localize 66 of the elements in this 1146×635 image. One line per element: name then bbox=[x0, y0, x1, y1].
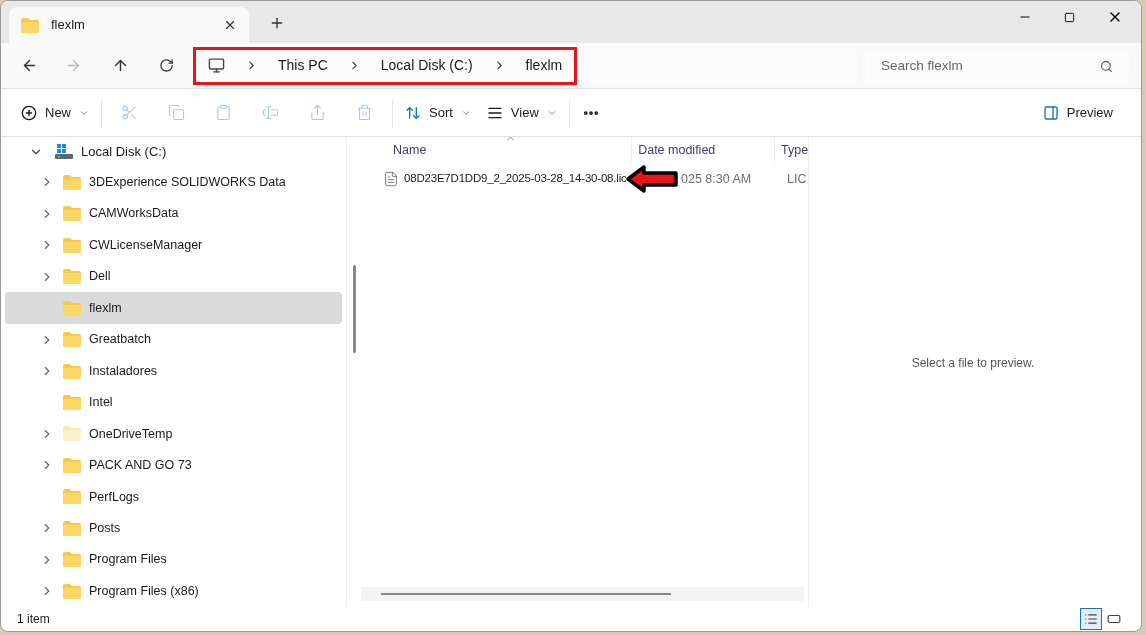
tree-item[interactable]: PACK AND GO 73 bbox=[5, 449, 342, 482]
breadcrumb[interactable]: Local Disk (C:) bbox=[380, 55, 473, 76]
view-button[interactable]: View bbox=[478, 96, 565, 129]
tree-label: CAMWorksData bbox=[89, 205, 179, 223]
new-button[interactable]: New bbox=[13, 96, 97, 129]
tree-item[interactable]: Dell bbox=[5, 260, 342, 293]
column-header[interactable]: Type bbox=[775, 137, 808, 163]
tree-label: Posts bbox=[89, 520, 121, 537]
plus-circle-icon bbox=[21, 104, 37, 121]
file-name[interactable]: 08D23E7D1DD9_2_2025-03-28_14-30-08.lic bbox=[404, 170, 627, 188]
tree-label: Dell bbox=[89, 268, 111, 286]
tree-item[interactable]: Greatbatch bbox=[5, 323, 342, 356]
tab-title: flexlm bbox=[51, 16, 86, 35]
tree-item[interactable]: 3DExperience SOLIDWORKS Data bbox=[5, 166, 342, 198]
tree-label: Intel bbox=[89, 394, 113, 412]
folder-icon bbox=[21, 17, 39, 33]
horizontal-scrollbar[interactable] bbox=[381, 593, 671, 595]
sort-icon bbox=[405, 104, 421, 121]
drive-icon bbox=[55, 144, 73, 160]
tree-label: PACK AND GO 73 bbox=[89, 457, 192, 475]
tree-item[interactable]: Intel bbox=[5, 386, 342, 419]
breadcrumb[interactable]: flexlm bbox=[525, 55, 563, 76]
tree-label: Program Files bbox=[89, 551, 167, 569]
column-header[interactable]: Name bbox=[361, 137, 633, 163]
tree-item[interactable]: OneDriveTemp bbox=[5, 418, 342, 450]
back-arrow-icon[interactable] bbox=[21, 57, 38, 74]
document-icon bbox=[383, 171, 399, 187]
tree-item[interactable]: Local Disk (C:) bbox=[5, 137, 346, 167]
tree-item[interactable]: Posts bbox=[5, 512, 342, 545]
item-count: 1 item bbox=[17, 611, 50, 628]
close-tab-icon[interactable] bbox=[223, 18, 237, 32]
sort-button[interactable]: Sort bbox=[397, 96, 479, 129]
date-cell-text: 025 8:30 AM bbox=[681, 170, 753, 188]
tree-item[interactable]: CAMWorksData bbox=[5, 197, 342, 230]
tree-item[interactable]: Instaladores bbox=[5, 355, 342, 387]
tree-label: CWLicenseManager bbox=[89, 236, 203, 254]
tree-label: Instaladores bbox=[89, 362, 158, 380]
tree-label: 3DExperience SOLIDWORKS Data bbox=[89, 173, 286, 191]
maximize-icon[interactable] bbox=[1064, 11, 1075, 23]
panel-icon bbox=[1042, 104, 1059, 121]
tree-label: PerfLogs bbox=[89, 488, 140, 506]
preview-button[interactable]: Preview bbox=[1034, 96, 1121, 129]
tree-item[interactable]: flexlm bbox=[5, 292, 342, 324]
tree-item[interactable]: Program Files bbox=[5, 544, 342, 576]
new-tab-icon[interactable] bbox=[269, 15, 285, 31]
tree-label: flexlm bbox=[89, 299, 122, 317]
tree-label: Greatbatch bbox=[89, 331, 151, 349]
preview-message: Select a file to preview. bbox=[911, 355, 1035, 372]
details-view-button[interactable] bbox=[1080, 608, 1102, 630]
tree-label: Local Disk (C:) bbox=[81, 143, 167, 161]
column-header[interactable]: Date modified bbox=[632, 137, 776, 163]
search-icon[interactable] bbox=[1100, 59, 1113, 73]
scrollbar-thumb[interactable] bbox=[352, 265, 356, 353]
breadcrumb[interactable]: This PC bbox=[278, 55, 328, 76]
tree-item[interactable]: PerfLogs bbox=[5, 481, 342, 513]
list-icon bbox=[1084, 612, 1098, 626]
folder-tab[interactable]: flexlm bbox=[9, 7, 249, 43]
tree-item[interactable]: Program Files (x86) bbox=[5, 575, 342, 608]
tree-label: Program Files (x86) bbox=[89, 582, 199, 600]
up-arrow-icon[interactable] bbox=[112, 57, 129, 74]
tree-label: OneDriveTemp bbox=[89, 425, 173, 443]
refresh-icon[interactable] bbox=[159, 58, 174, 73]
monitor-icon[interactable] bbox=[208, 57, 225, 74]
rectangle-icon bbox=[1107, 612, 1121, 626]
tree-item[interactable]: CWLicenseManager bbox=[5, 229, 342, 261]
type-cell-text: LIC bbox=[786, 170, 807, 188]
